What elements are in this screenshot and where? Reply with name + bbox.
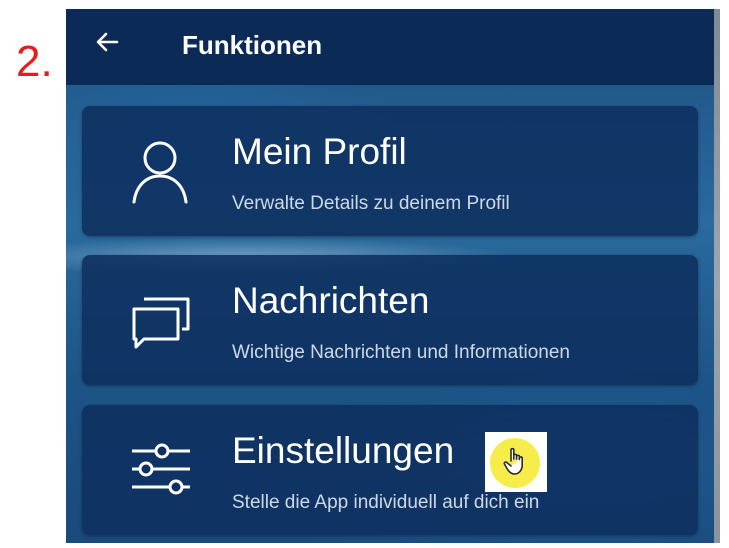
cursor-highlight (485, 432, 547, 492)
menu-item-title: Einstellungen (232, 430, 455, 471)
hand-pointer-icon (503, 447, 523, 475)
step-number-label: 2. (16, 37, 53, 86)
arrow-left-icon (95, 31, 119, 58)
screen-edge (714, 9, 720, 543)
back-button[interactable] (92, 29, 122, 59)
person-icon (128, 136, 192, 206)
menu-item-subtitle: Stelle die App individuell auf dich ein (232, 492, 540, 513)
menu-item-nachrichten[interactable]: Nachrichten Wichtige Nachrichten und Inf… (82, 255, 698, 385)
app-bar: Funktionen (66, 9, 714, 85)
chat-bubbles-icon (128, 285, 192, 355)
menu-item-title: Mein Profil (232, 131, 407, 172)
menu-item-mein-profil[interactable]: Mein Profil Verwalte Details zu deinem P… (82, 106, 698, 236)
menu-item-subtitle: Wichtige Nachrichten und Informationen (232, 342, 570, 363)
menu-item-subtitle: Verwalte Details zu deinem Profil (232, 193, 510, 214)
menu-item-title: Nachrichten (232, 280, 430, 321)
sliders-icon (128, 435, 192, 505)
app-screen: Funktionen Mein Profil Verwalte Details … (66, 9, 714, 543)
menu-item-einstellungen[interactable]: Einstellungen Stelle die App individuell… (82, 405, 698, 535)
page-title: Funktionen (182, 30, 323, 60)
